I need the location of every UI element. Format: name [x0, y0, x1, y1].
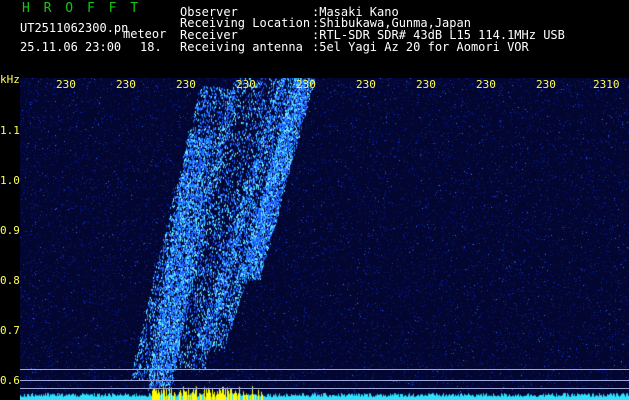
- filename-label: UT2511062300.pn: [20, 21, 129, 35]
- x-tick-label: 2310: [593, 78, 620, 91]
- datetime-label: 25.11.06 23:00: [20, 40, 122, 54]
- y-axis-unit: kHz: [0, 73, 20, 86]
- reference-line-1: [20, 369, 629, 370]
- spectrogram-canvas: [20, 78, 629, 400]
- x-tick-label: 230: [236, 78, 256, 91]
- spectrogram-plot: [20, 78, 629, 400]
- y-tick-label: 0.9: [0, 224, 20, 237]
- x-tick-label: 230: [116, 78, 136, 91]
- program-title: H R O F F T: [22, 1, 142, 16]
- header-panel: H R O F F T UT2511062300.pn meteor 25.11…: [0, 0, 629, 78]
- field-value-antenna: :5el Yagi Az 20 for Aomori VOR: [312, 40, 529, 54]
- x-tick-label: 230: [56, 78, 76, 91]
- y-tick-label: 0.8: [0, 274, 20, 287]
- x-tick-label: 230: [296, 78, 316, 91]
- x-tick-label: 230: [176, 78, 196, 91]
- x-tick-label: 230: [416, 78, 436, 91]
- x-tick-label: 230: [536, 78, 556, 91]
- y-tick-label: 1.1: [0, 124, 20, 137]
- event-type-label: meteor: [123, 27, 167, 41]
- x-tick-label: 230: [356, 78, 376, 91]
- reference-line-2: [20, 380, 629, 381]
- y-tick-label: 0.7: [0, 324, 20, 337]
- reference-line-3: [20, 388, 629, 389]
- x-tick-label: 230: [476, 78, 496, 91]
- field-label-antenna: Receiving antenna: [180, 40, 303, 54]
- y-tick-label: 1.0: [0, 174, 20, 187]
- y-tick-label: 0.6: [0, 374, 20, 387]
- count-label: 18.: [140, 40, 162, 54]
